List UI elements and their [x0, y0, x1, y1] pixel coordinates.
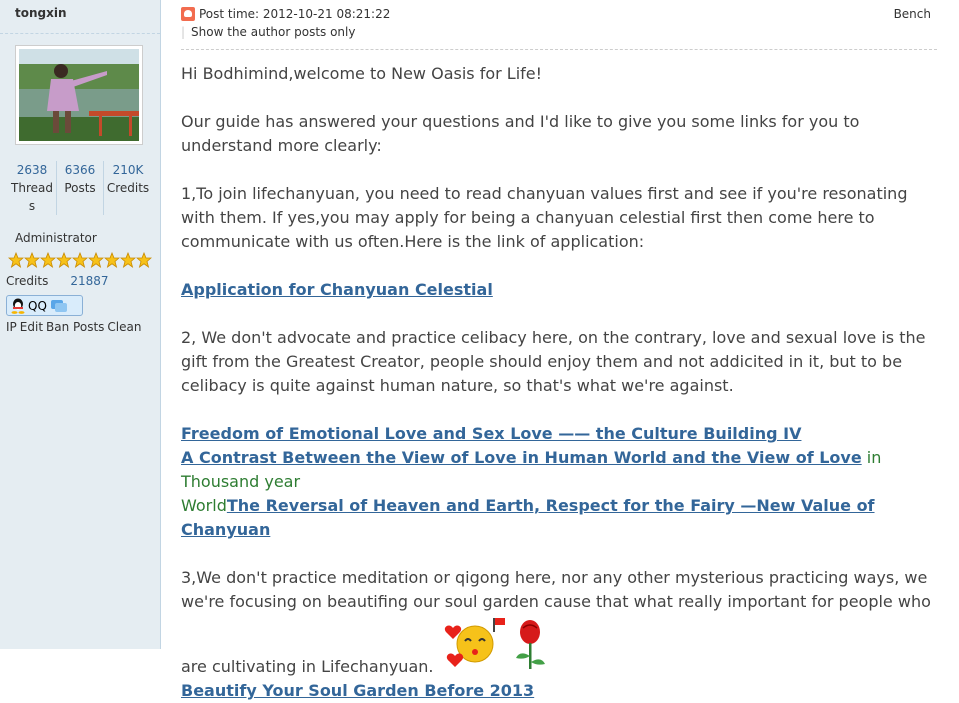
credits-label: Credits	[6, 274, 49, 288]
post-main: Post time: 2012-10-21 08:21:22 | Show the…	[161, 0, 959, 700]
rank-star-icon	[55, 251, 73, 268]
stat-credits[interactable]: 210K Credits	[103, 161, 152, 215]
qq-button[interactable]: QQ	[6, 295, 83, 316]
paragraph-1: Our guide has answered your questions an…	[181, 112, 860, 155]
stat-threads[interactable]: 2638 Thread s	[8, 161, 56, 215]
stat-threads-label: Thread s	[11, 181, 53, 213]
admin-edit-link[interactable]: Edit	[20, 320, 43, 334]
paragraph-3: 2, We don't advocate and practice celiba…	[181, 328, 926, 395]
rank-star-icon	[119, 251, 137, 268]
greeting: Hi Bodhimind,welcome to New Oasis for Li…	[181, 64, 543, 83]
qq-penguin-icon	[11, 298, 25, 314]
author-stats: 2638 Thread s 6366 Posts 210K Credits	[8, 161, 152, 215]
rank-star-icon	[103, 251, 121, 268]
admin-clean-link[interactable]: Clean	[107, 320, 141, 334]
freedom-love-link[interactable]: Freedom of Emotional Love and Sex Love —…	[181, 424, 801, 443]
rank-star-icon	[23, 251, 41, 268]
author-only-row: | Show the author posts only	[181, 25, 355, 39]
stat-posts-label: Posts	[64, 181, 96, 195]
post-meta: Post time: 2012-10-21 08:21:22	[181, 7, 390, 21]
green-text-2: World	[181, 496, 227, 515]
stat-credits-value[interactable]: 210K	[104, 161, 152, 179]
floor-label: Bench	[893, 7, 931, 21]
rank-stars	[7, 251, 153, 268]
chat-bubble-icon	[50, 299, 67, 312]
paragraph-4-end: are cultivating in Lifechanyuan.	[181, 657, 434, 676]
contrast-view-link[interactable]: A Contrast Between the View of Love in H…	[181, 448, 862, 467]
stat-threads-value[interactable]: 2638	[8, 161, 56, 179]
post-divider	[181, 49, 937, 50]
rank-star-icon	[71, 251, 89, 268]
admin-ban-posts-link[interactable]: Ban Posts	[46, 320, 104, 334]
author-sidebar: tongxin 2638 Thread s 6366 Posts 210K Cr…	[0, 0, 161, 649]
show-author-only-link[interactable]: Show the author posts only	[191, 25, 355, 39]
emoticons	[439, 616, 549, 679]
stat-posts[interactable]: 6366 Posts	[56, 161, 103, 215]
paragraph-2: 1,To join lifechanyuan, you need to read…	[181, 184, 908, 251]
avatar[interactable]	[15, 45, 143, 145]
admin-links: IP Edit Ban Posts Clean	[6, 320, 144, 334]
credits-value: 21887	[70, 274, 109, 288]
application-link[interactable]: Application for Chanyuan Celestial	[181, 280, 493, 299]
reversal-link[interactable]: The Reversal of Heaven and Earth, Respec…	[181, 496, 875, 539]
avatar-image	[19, 49, 139, 141]
admin-ip-link[interactable]: IP	[6, 320, 17, 334]
soul-garden-link[interactable]: Beautify Your Soul Garden Before 2013	[181, 681, 534, 700]
qq-label: QQ	[28, 298, 47, 313]
post-content: Hi Bodhimind,welcome to New Oasis for Li…	[181, 62, 941, 703]
rank-star-icon	[7, 251, 25, 268]
author-icon	[181, 7, 195, 21]
post-time: Post time: 2012-10-21 08:21:22	[199, 7, 391, 21]
rank-star-icon	[87, 251, 105, 268]
kiss-face-rose-icon	[444, 618, 545, 669]
credits-row: Credits 21887	[6, 274, 109, 288]
rank-star-icon	[135, 251, 153, 268]
stat-posts-value[interactable]: 6366	[57, 161, 103, 179]
pipe-divider: |	[181, 25, 186, 39]
stat-credits-label: Credits	[106, 181, 150, 195]
divider	[0, 33, 160, 34]
author-username[interactable]: tongxin	[15, 6, 67, 20]
rank-star-icon	[39, 251, 57, 268]
paragraph-4: 3,We don't practice meditation or qigong…	[181, 568, 931, 611]
user-role[interactable]: Administrator	[15, 231, 97, 245]
